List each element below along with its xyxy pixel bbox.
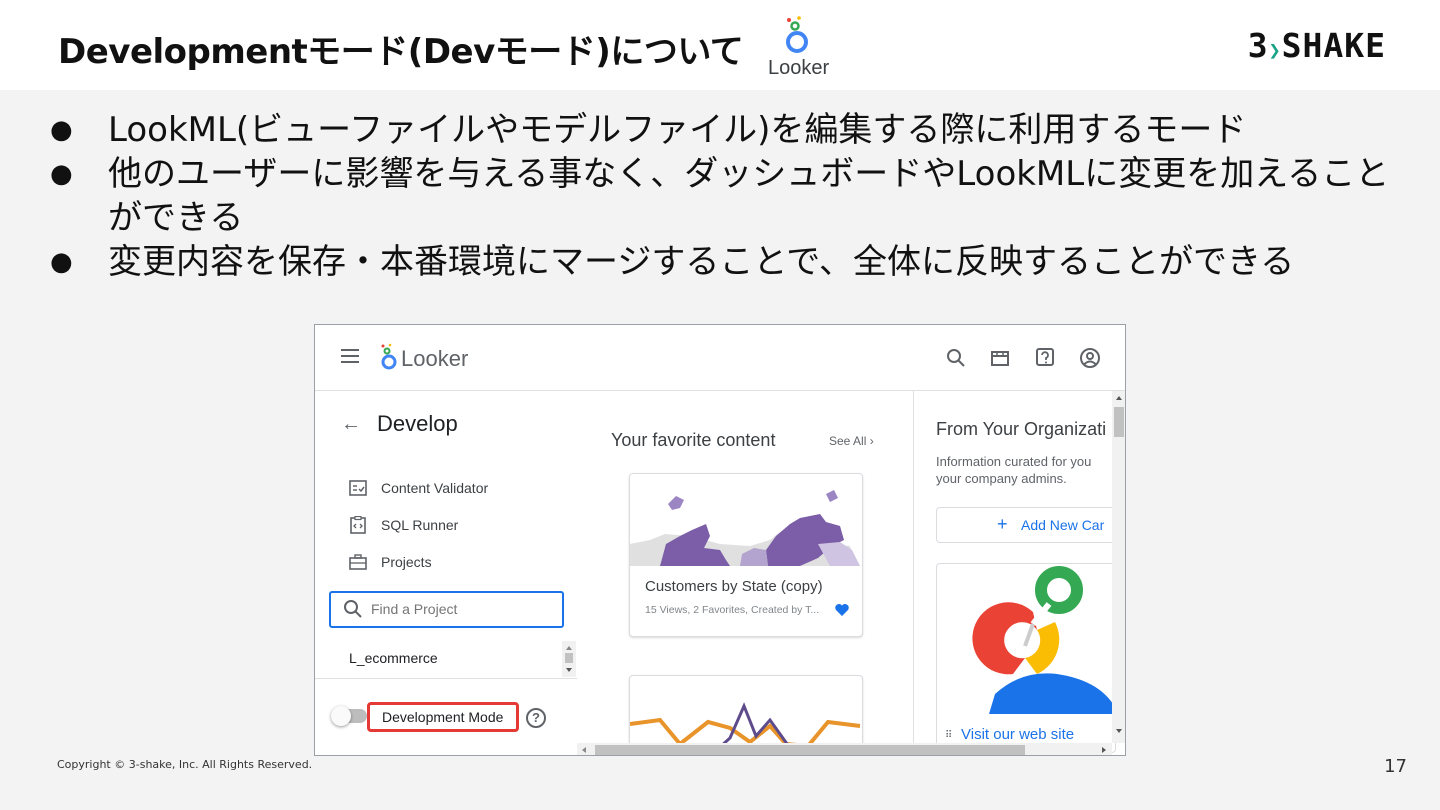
brand-logo: 3❯SHAKE	[1247, 26, 1386, 65]
bullet-list: ● LookML(ビューファイルやモデルファイル)を編集する際に利用するモード ●…	[50, 108, 1420, 284]
vertical-scrollbar[interactable]	[1112, 391, 1125, 743]
code-icon	[350, 516, 366, 534]
vertical-scrollbar-thumb[interactable]	[1114, 407, 1124, 437]
organization-description: Information curated for you your company…	[936, 454, 1092, 486]
bullet-item: ● LookML(ビューファイルやモデルファイル)を編集する際に利用するモード	[50, 110, 1247, 150]
looker-screenshot: Looker ← Develop Content Validator SQL R…	[314, 324, 1126, 756]
menu-icon[interactable]	[341, 349, 359, 363]
horizontal-scrollbar-thumb[interactable]	[595, 745, 1025, 755]
copyright: Copyright © 3-shake, Inc. All Rights Res…	[57, 758, 313, 771]
search-icon[interactable]	[945, 347, 967, 369]
project-item[interactable]: L_ecommerce	[349, 650, 438, 666]
menu-item-label: Content Validator	[381, 480, 489, 496]
favorite-card[interactable]: Customers by State (copy) 15 Views, 2 Fa…	[629, 473, 863, 637]
drag-handle-icon[interactable]: ⠿	[945, 730, 952, 741]
slide-header: Developmentモード(Devモード)について Looker 3❯SHAK…	[0, 0, 1440, 90]
search-icon	[344, 600, 362, 618]
plus-icon: +	[997, 514, 1008, 534]
promo-card[interactable]: ⠿ Visit our web site	[936, 563, 1116, 753]
looker-app-icon	[381, 343, 397, 370]
briefcase-icon	[349, 554, 367, 570]
development-mode-toggle[interactable]	[331, 706, 367, 726]
back-arrow-icon[interactable]: ←	[341, 413, 361, 436]
organization-panel: From Your Organizati Information curated…	[913, 391, 1125, 755]
find-project-field[interactable]	[329, 591, 564, 628]
checklist-icon	[349, 480, 367, 496]
bullet-item: ● 他のユーザーに影響を与える事なく、ダッシュボードやLookMLに変更を加えるこ…	[50, 154, 1390, 238]
organization-title: From Your Organizati	[936, 419, 1107, 439]
menu-item-label: Projects	[381, 554, 432, 570]
looker-logo-text: Looker	[768, 57, 830, 79]
bullet-item: ● 変更内容を保存・本番環境にマージすることで、全体に反映することができる	[50, 242, 1295, 282]
page-number: 17	[1384, 756, 1407, 777]
favorites-title: Your favorite content	[611, 430, 776, 450]
divider	[315, 678, 577, 679]
app-topbar: Looker	[315, 325, 1125, 391]
favorite-heart-icon[interactable]	[834, 602, 850, 618]
google-cloud-logo-icon	[972, 566, 1113, 714]
store-icon[interactable]	[989, 347, 1011, 369]
help-icon[interactable]	[1034, 347, 1056, 369]
add-new-card-button[interactable]: + Add New Car	[936, 507, 1116, 543]
horizontal-scrollbar[interactable]	[577, 743, 1112, 755]
favorites-panel: Your favorite content See All › Customer…	[577, 391, 913, 755]
develop-panel: ← Develop Content Validator SQL Runner P…	[315, 391, 577, 755]
card-title: Customers by State (copy)	[645, 578, 823, 595]
map-thumbnail	[630, 474, 862, 566]
menu-item-label: SQL Runner	[381, 517, 459, 533]
find-project-input[interactable]	[371, 601, 551, 617]
add-new-card-label: Add New Car	[1021, 517, 1105, 533]
toggle-knob[interactable]	[331, 706, 351, 726]
project-list-scrollbar[interactable]	[562, 641, 576, 677]
see-all-link[interactable]: See All ›	[829, 434, 874, 448]
account-icon[interactable]	[1079, 347, 1101, 369]
development-mode-label: Development Mode	[367, 702, 519, 732]
app-name: Looker	[401, 346, 469, 371]
visit-website-link[interactable]: Visit our web site	[961, 726, 1074, 743]
develop-title: Develop	[377, 411, 458, 436]
help-circle-icon[interactable]: ?	[526, 708, 546, 728]
slide-title: Developmentモード(Devモード)について	[58, 32, 744, 72]
card-meta: 15 Views, 2 Favorites, Created by T...	[645, 604, 820, 616]
